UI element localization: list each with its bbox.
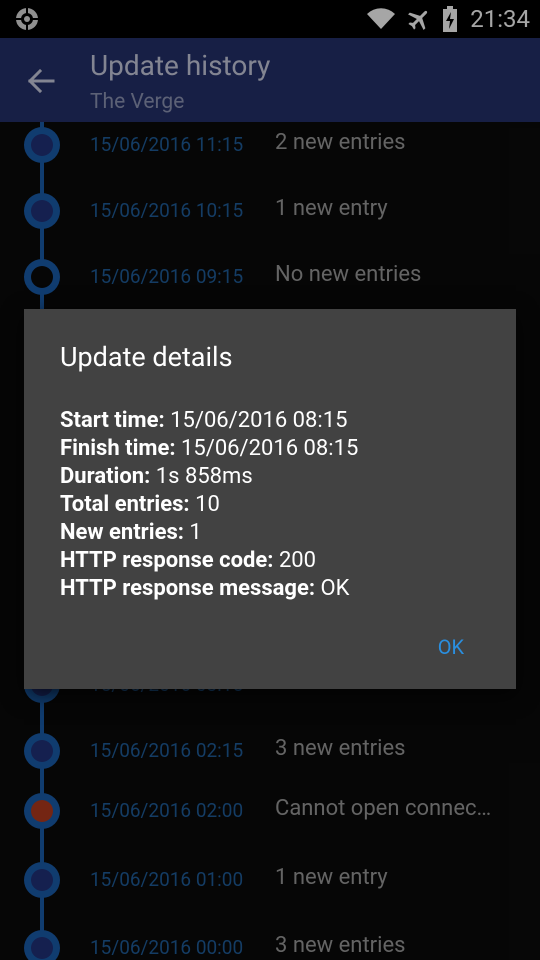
ok-button[interactable]: OK (438, 635, 464, 659)
detail-row: Finish time: 15/06/2016 08:15 (60, 435, 500, 463)
update-details-dialog: Update details Start time: 15/06/2016 08… (24, 309, 516, 689)
detail-value: OK (320, 576, 350, 601)
detail-value: 15/06/2016 08:15 (181, 436, 359, 461)
detail-row: New entries: 1 (60, 519, 500, 547)
detail-label: HTTP response code: (60, 548, 274, 573)
detail-label: Duration: (60, 464, 151, 489)
detail-row: Start time: 15/06/2016 08:15 (60, 407, 500, 435)
detail-label: Total entries: (60, 492, 190, 517)
detail-row: Total entries: 10 (60, 491, 500, 519)
detail-label: Start time: (60, 408, 165, 433)
detail-value: 200 (278, 548, 317, 573)
details-list: Start time: 15/06/2016 08:15 Finish time… (60, 407, 500, 603)
detail-label: Finish time: (60, 436, 176, 461)
detail-row: HTTP response code: 200 (60, 547, 500, 575)
detail-value: 1s 858ms (155, 464, 253, 489)
detail-value: 1 (189, 520, 202, 545)
dialog-title: Update details (60, 341, 233, 373)
detail-row: HTTP response message: OK (60, 575, 500, 603)
detail-label: New entries: (60, 520, 184, 545)
detail-row: Duration: 1s 858ms (60, 463, 500, 491)
detail-value: 15/06/2016 08:15 (170, 408, 348, 433)
detail-value: 10 (195, 492, 220, 517)
detail-label: HTTP response message: (60, 576, 316, 601)
